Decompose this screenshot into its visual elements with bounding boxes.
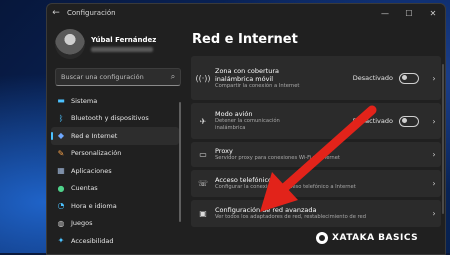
xataka-logo-icon <box>316 232 328 244</box>
red-arrow-icon <box>260 105 377 212</box>
watermark: XATAKA BASICS <box>316 232 418 244</box>
watermark-text: XATAKA BASICS <box>332 233 419 243</box>
